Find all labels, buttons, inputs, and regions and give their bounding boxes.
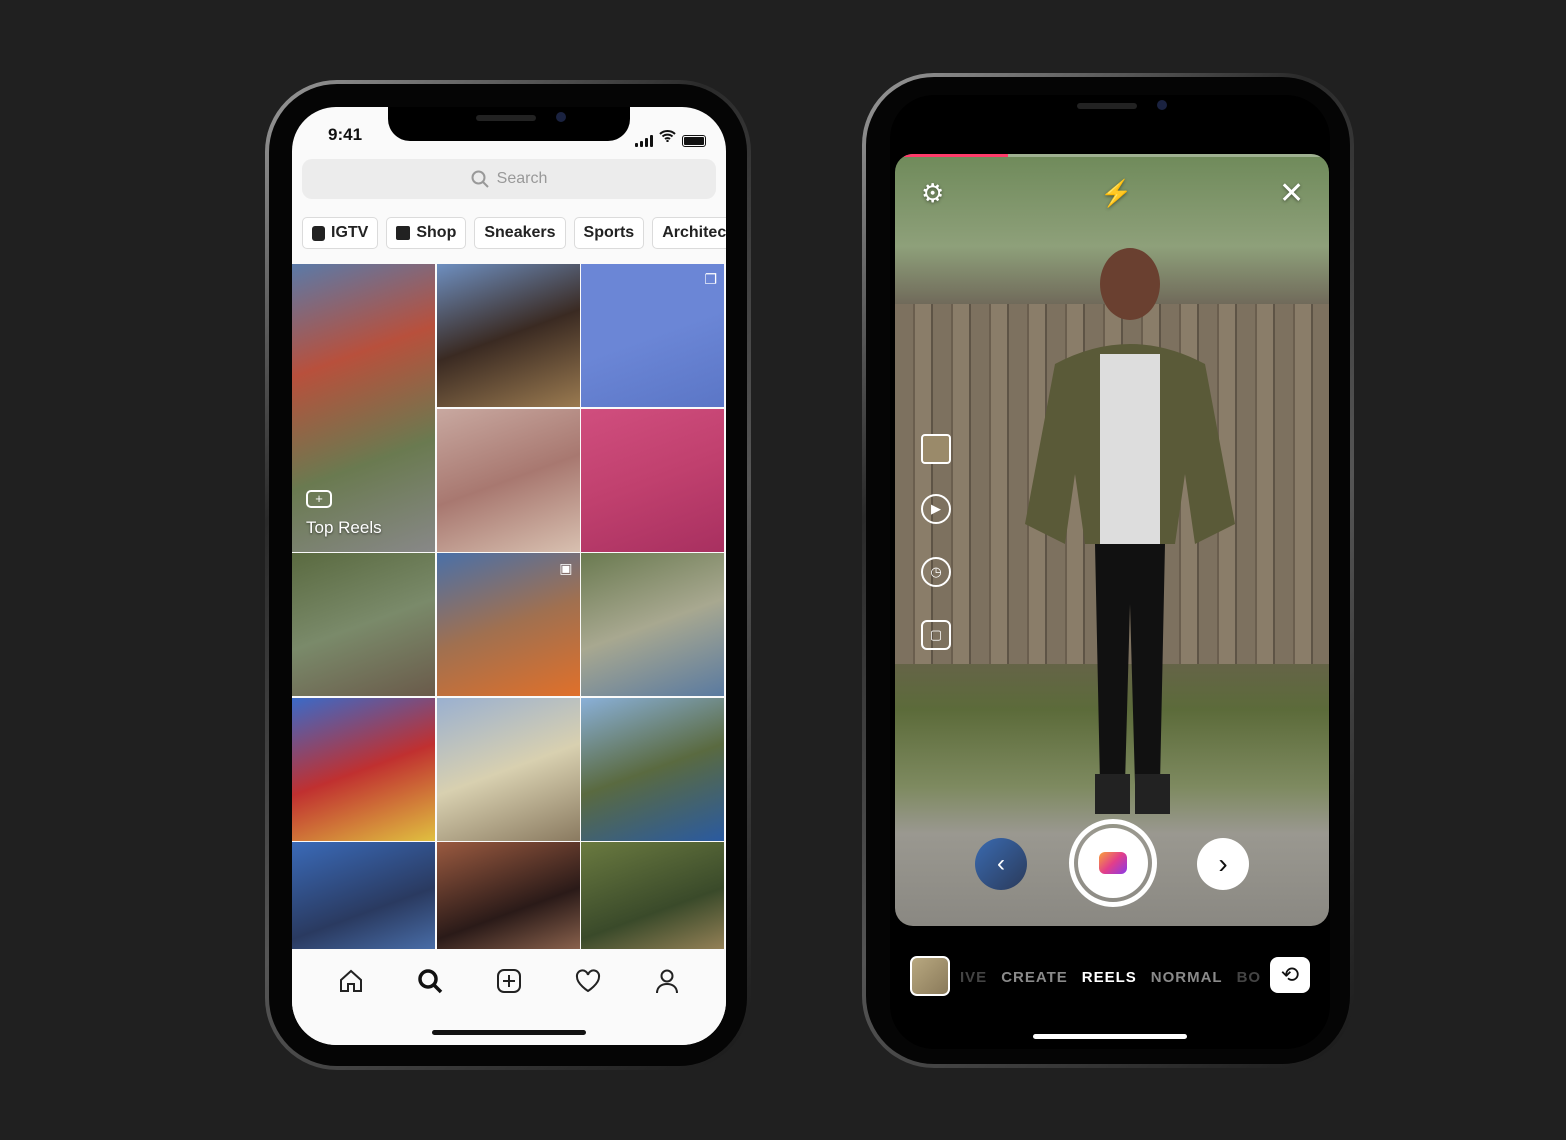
grid-tile[interactable]: ❐	[581, 264, 724, 407]
camera-screen: ⚙ ⚡ ✕ ▶ ◷ ▢ ‹ › IVE CREATE REELS NORMAL …	[890, 95, 1330, 1049]
reels-icon	[1099, 852, 1127, 874]
signal-icon	[635, 135, 653, 147]
notch	[388, 107, 630, 141]
settings-gear-icon[interactable]: ⚙	[921, 178, 944, 209]
profile-icon[interactable]	[647, 963, 687, 999]
chip-label: Sneakers	[484, 224, 556, 241]
add-post-icon[interactable]	[489, 963, 529, 999]
search-placeholder: Search	[496, 170, 548, 187]
chip-architecture[interactable]: Architect	[652, 217, 726, 249]
carousel-icon: ❐	[704, 271, 717, 287]
grid-tile[interactable]	[292, 842, 435, 949]
igtv-icon	[312, 225, 325, 241]
battery-icon	[682, 135, 706, 147]
camera-mode-selector: IVE CREATE REELS NORMAL BO	[960, 969, 1260, 986]
chip-label: Sports	[583, 224, 635, 241]
grid-tile[interactable]	[581, 842, 724, 949]
search-icon	[471, 170, 489, 188]
grid-tile[interactable]	[436, 697, 580, 841]
chip-shop[interactable]: Shop	[386, 217, 467, 249]
search-input[interactable]: Search	[302, 159, 716, 199]
chip-label: IGTV	[331, 224, 369, 241]
right-phone-reels-camera: ⚙ ⚡ ✕ ▶ ◷ ▢ ‹ › IVE CREATE REELS NORMAL …	[862, 73, 1354, 1068]
person-figure	[1025, 248, 1235, 814]
top-reels-label: Top Reels	[306, 517, 382, 537]
speed-icon[interactable]: ▶	[921, 494, 951, 524]
mode-create[interactable]: CREATE	[1001, 969, 1068, 986]
chip-label: Shop	[416, 224, 457, 241]
timer-icon[interactable]: ◷	[921, 557, 951, 587]
mode-boomerang[interactable]: BO	[1237, 969, 1260, 986]
mode-normal[interactable]: NORMAL	[1151, 969, 1223, 986]
record-button[interactable]	[1069, 819, 1157, 907]
grid-tile[interactable]	[581, 408, 724, 552]
flash-off-icon[interactable]: ⚡	[1100, 178, 1132, 209]
grid-tile[interactable]	[581, 697, 724, 841]
grid-tile[interactable]	[436, 408, 580, 552]
undo-clip-button[interactable]: ‹	[975, 838, 1027, 890]
topic-chips: IGTV Shop Sneakers Sports Architect	[302, 217, 726, 249]
grid-tile[interactable]: ▣	[436, 553, 580, 696]
next-button[interactable]: ›	[1197, 838, 1249, 890]
flip-camera-icon[interactable]: ⟲	[1270, 957, 1310, 993]
left-phone-explore: 9:41 Search IGTV Shop Sneakers Sports Ar…	[265, 80, 751, 1070]
explore-grid: + Top Reels ❐ ▣	[292, 264, 726, 949]
audio-thumbnail-icon[interactable]	[921, 434, 951, 464]
mode-live[interactable]: IVE	[960, 969, 987, 986]
align-icon[interactable]: ▢	[921, 620, 951, 650]
video-icon: ▣	[559, 560, 573, 576]
status-time: 9:41	[328, 125, 363, 144]
camera-preview: ⚙ ⚡ ✕ ▶ ◷ ▢ ‹ ›	[895, 154, 1329, 926]
grid-tile[interactable]	[581, 553, 724, 696]
chip-igtv[interactable]: IGTV	[302, 217, 379, 249]
home-indicator	[1033, 1034, 1187, 1039]
explore-screen: 9:41 Search IGTV Shop Sneakers Sports Ar…	[292, 107, 726, 1045]
chip-sneakers[interactable]: Sneakers	[474, 217, 566, 249]
shopping-bag-icon	[396, 226, 411, 240]
mode-reels[interactable]: REELS	[1082, 969, 1137, 986]
grid-tile[interactable]	[436, 842, 580, 949]
heart-icon[interactable]	[568, 963, 608, 999]
gallery-thumbnail[interactable]	[910, 956, 950, 996]
grid-tile[interactable]	[292, 553, 435, 696]
grid-tile[interactable]	[292, 697, 435, 841]
wifi-icon	[659, 129, 676, 147]
home-indicator	[432, 1030, 586, 1035]
home-icon[interactable]	[331, 963, 371, 999]
chip-label: Architect	[662, 224, 726, 241]
grid-tile[interactable]	[436, 264, 580, 407]
search-icon[interactable]	[410, 963, 450, 999]
top-reels-tile[interactable]: + Top Reels	[292, 264, 435, 552]
notch	[989, 95, 1231, 129]
close-icon[interactable]: ✕	[1279, 176, 1304, 211]
chip-sports[interactable]: Sports	[573, 217, 645, 249]
recording-progress	[904, 154, 1008, 157]
reels-icon: +	[306, 489, 332, 508]
